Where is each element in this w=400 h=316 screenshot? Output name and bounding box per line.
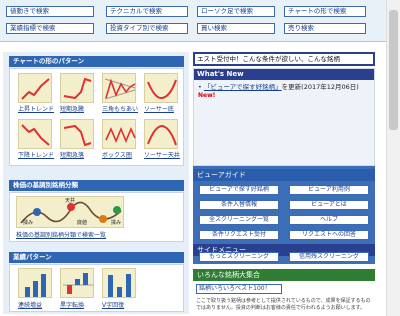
business-title: 業績パターン xyxy=(9,252,184,263)
saucer-top-label[interactable]: ソーサー天井 xyxy=(144,150,184,159)
box-range-label[interactable]: ボックス圏 xyxy=(102,150,142,159)
left-panel: チャートの形のパターン 上昇トレンド 短期急騰 三角もちあい ソーサー底 下降ト… xyxy=(3,52,189,314)
search-category-bar: 値動きで検索 テクニカルで検索 ローソク足で検索 チャートの形で検索 業績指標で… xyxy=(0,0,400,42)
announcement-marquee: エスト受付中！こんな条件が欲しい、こんな銘柄 xyxy=(193,52,375,66)
scrollbar-thumb[interactable] xyxy=(389,10,398,130)
range-label-3: 底値 xyxy=(77,220,88,226)
ranking-best100-button[interactable]: 銘柄いろいろベスト100！ xyxy=(196,284,282,294)
chart-patterns-box: 上昇トレンド 短期急騰 三角もちあい ソーサー底 下降トレンド 短期急落 ボック… xyxy=(9,68,184,166)
top-button-chart-shape[interactable]: チャートの形で検索 xyxy=(284,6,366,17)
consecutive-profit-icon[interactable] xyxy=(18,268,52,298)
whats-new-title: What's New xyxy=(194,69,374,80)
price-range-diagram-icon[interactable]: 揉み 天井 底値 揉み xyxy=(16,196,124,228)
guide-button-usage-examples[interactable]: ビューア利用例 xyxy=(289,185,369,195)
top-button-investment-type[interactable]: 投資タイプ別で検索 xyxy=(106,23,188,34)
right-panel: エスト受付中！こんな条件が欲しい、こんな銘柄 What's New • 「ビュー… xyxy=(193,52,375,316)
downtrend-label[interactable]: 下降トレンド xyxy=(18,150,58,159)
sharp-fall-label[interactable]: 短期急落 xyxy=(60,150,100,159)
vertical-scrollbar[interactable] xyxy=(386,0,400,316)
news-item: • 「ビューアで探す好銘柄」を更新(2017年12月06日) New! xyxy=(198,83,359,99)
top-button-candlestick[interactable]: ローソク足で検索 xyxy=(197,6,275,17)
v-recovery-icon[interactable] xyxy=(102,268,136,298)
triangle-icon[interactable] xyxy=(102,73,136,103)
whats-new-panel: What's New • 「ビューアで探す好銘柄」を更新(2017年12月06日… xyxy=(193,68,375,166)
guide-button-good-stocks[interactable]: ビューアで探す好銘柄 xyxy=(199,185,279,195)
top-button-technical[interactable]: テクニカルで検索 xyxy=(106,6,188,17)
saucer-bottom-label[interactable]: ソーサー底 xyxy=(144,104,184,113)
price-range-box: 揉み 天井 底値 揉み 株価の基調別銘柄分類で検索一覧 xyxy=(9,192,184,242)
side-button-margin-screening[interactable]: 信用残スクリーニング xyxy=(289,252,369,262)
saucer-bottom-icon[interactable] xyxy=(144,73,178,103)
range-label-4: 揉み xyxy=(111,220,122,226)
turnaround-label[interactable]: 黒字転換 xyxy=(60,300,100,309)
price-range-caption[interactable]: 株価の基調別銘柄分類で検索一覧 xyxy=(16,230,124,239)
top-button-price-move[interactable]: 値動きで検索 xyxy=(6,6,94,17)
disclaimer-text: ここで取り扱う銘柄は参考として提供されているもので、成果を保証するものではありま… xyxy=(196,298,371,311)
top-button-buy[interactable]: 買い検索 xyxy=(197,23,275,34)
guide-button-condition-swap[interactable]: 条件入替情報 xyxy=(199,200,279,210)
v-recovery-label[interactable]: V字回復 xyxy=(102,300,142,309)
range-label-2: 天井 xyxy=(65,198,76,204)
news-text: を更新(2017年12月06日) xyxy=(281,83,359,91)
viewer-guide-title: ビューアガイド xyxy=(193,169,375,181)
guide-button-about-viewer[interactable]: ビューアとは xyxy=(289,200,369,210)
side-button-more-screening[interactable]: もっとスクリーニング xyxy=(199,252,279,262)
sharp-rise-icon[interactable] xyxy=(60,73,94,103)
ranking-title: いろんな銘柄大集合 xyxy=(193,269,375,281)
news-link[interactable]: 「ビューアで探す好銘柄」 xyxy=(204,83,282,91)
uptrend-label[interactable]: 上昇トレンド xyxy=(18,104,58,113)
uptrend-icon[interactable] xyxy=(18,73,52,103)
guide-button-help[interactable]: ヘルプ xyxy=(289,215,369,225)
price-range-title: 株価の基調別銘柄分類 xyxy=(9,180,184,191)
sharp-rise-label[interactable]: 短期急騰 xyxy=(60,104,100,113)
guide-button-request-form[interactable]: 条件リクエスト受付 xyxy=(199,230,279,240)
turnaround-icon[interactable] xyxy=(60,268,94,298)
range-label-1: 揉み xyxy=(23,220,34,226)
new-badge: New! xyxy=(198,92,216,99)
saucer-top-icon[interactable] xyxy=(144,119,178,149)
guide-button-all-screening[interactable]: 全スクリーニング一覧 xyxy=(199,215,279,225)
sharp-fall-icon[interactable] xyxy=(60,119,94,149)
chart-patterns-title: チャートの形のパターン xyxy=(9,56,184,67)
downtrend-icon[interactable] xyxy=(18,119,52,149)
guide-button-request-answers[interactable]: リクエストへの回答 xyxy=(289,230,369,240)
top-button-financials[interactable]: 業績指標で検索 xyxy=(6,23,94,34)
business-box: 連続増益 黒字転換 V字回復 xyxy=(9,264,184,312)
box-range-icon[interactable] xyxy=(102,119,136,149)
triangle-label[interactable]: 三角もちあい xyxy=(102,104,142,113)
top-button-sell[interactable]: 売り検索 xyxy=(284,23,366,34)
consecutive-profit-label[interactable]: 連続増益 xyxy=(18,300,58,309)
